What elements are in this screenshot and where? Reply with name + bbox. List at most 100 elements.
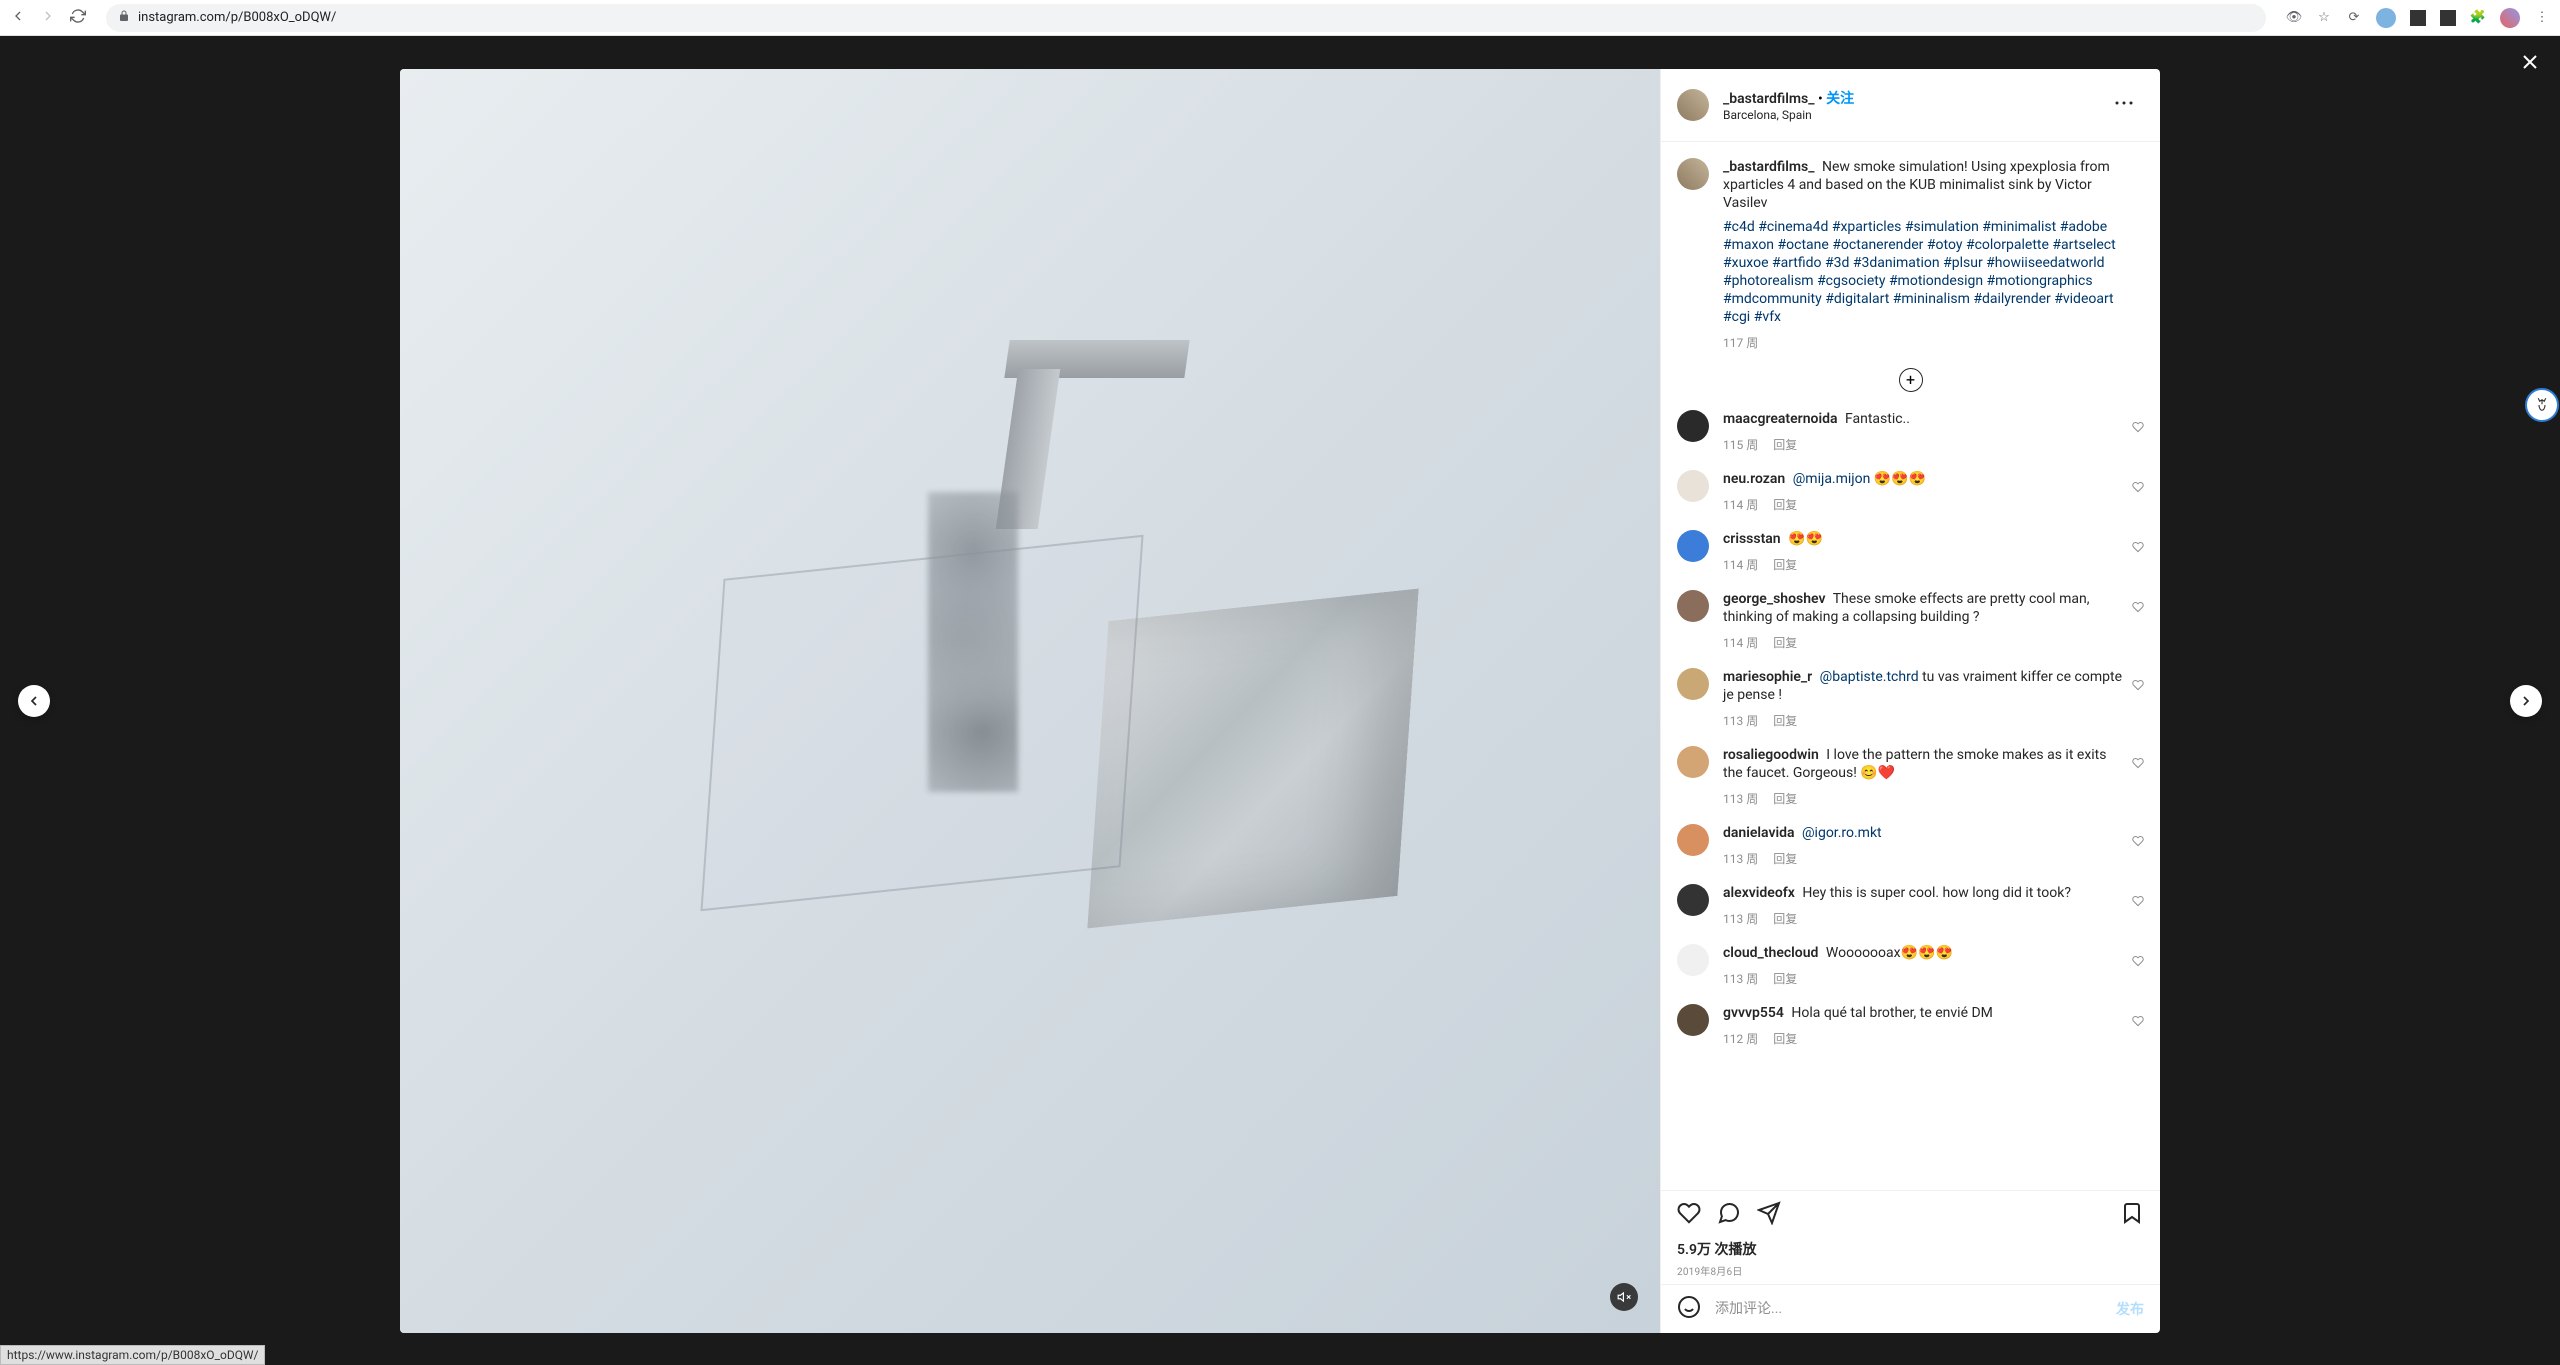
commenter-username[interactable]: neu.rozan (1723, 471, 1785, 487)
commenter-username[interactable]: rosaliegoodwin (1723, 747, 1819, 763)
commenter-avatar[interactable] (1677, 1004, 1709, 1036)
commenter-username[interactable]: alexvideofx (1723, 885, 1795, 901)
mention[interactable]: @igor.ro.mkt (1802, 825, 1882, 841)
commenter-avatar[interactable] (1677, 530, 1709, 562)
share-button[interactable] (1757, 1201, 1781, 1229)
hashtag[interactable]: #3danimation (1853, 255, 1940, 271)
hashtag[interactable]: #motiongraphics (1987, 273, 2093, 289)
mention[interactable]: @mija.mijon (1793, 471, 1871, 487)
star-icon[interactable]: ☆ (2316, 10, 2332, 26)
ext-icon-4[interactable] (2440, 10, 2456, 26)
like-comment-button[interactable] (2132, 598, 2144, 617)
profile-avatar[interactable] (2500, 8, 2520, 28)
mention[interactable]: @baptiste.tchrd (1820, 669, 1919, 685)
author-avatar[interactable] (1677, 158, 1709, 190)
reply-button[interactable]: 回复 (1773, 972, 1797, 986)
forward-button[interactable] (40, 8, 56, 28)
media-video[interactable] (400, 69, 1660, 1333)
reply-button[interactable]: 回复 (1773, 912, 1797, 926)
hashtag[interactable]: #cgi (1723, 309, 1750, 325)
like-comment-button[interactable] (2132, 952, 2144, 971)
location-link[interactable]: Barcelona, Spain (1723, 108, 2104, 122)
reply-button[interactable]: 回复 (1773, 636, 1797, 650)
commenter-avatar[interactable] (1677, 470, 1709, 502)
like-comment-button[interactable] (2132, 892, 2144, 911)
comments-list[interactable]: _bastardfilms_ New smoke simulation! Usi… (1661, 142, 2160, 1190)
commenter-username[interactable]: mariesophie_r (1723, 669, 1812, 685)
play-count[interactable]: 5.9万 次播放 (1677, 1239, 2144, 1259)
commenter-username[interactable]: crissstan (1723, 531, 1781, 547)
mute-button[interactable] (1610, 1283, 1638, 1311)
commenter-username[interactable]: gvvvp554 (1723, 1005, 1784, 1021)
commenter-avatar[interactable] (1677, 824, 1709, 856)
more-options-button[interactable] (2104, 83, 2144, 127)
author-username[interactable]: _bastardfilms_ (1723, 159, 1814, 175)
hashtag[interactable]: #c4d (1723, 219, 1755, 235)
close-button[interactable] (2518, 50, 2542, 78)
like-comment-button[interactable] (2132, 1012, 2144, 1031)
commenter-avatar[interactable] (1677, 668, 1709, 700)
back-button[interactable] (10, 8, 26, 28)
emoji-button[interactable] (1677, 1295, 1701, 1323)
commenter-avatar[interactable] (1677, 944, 1709, 976)
hashtag[interactable]: #cinema4d (1758, 219, 1828, 235)
commenter-avatar[interactable] (1677, 884, 1709, 916)
hashtag[interactable]: #artfido (1772, 255, 1822, 271)
author-username[interactable]: _bastardfilms_ (1723, 91, 1814, 107)
hashtag[interactable]: #octane (1778, 237, 1829, 253)
hashtag[interactable]: #howiiseedatworld (1986, 255, 2104, 271)
load-more-button[interactable]: + (1677, 368, 2144, 392)
hashtag[interactable]: #videoart (2054, 291, 2113, 307)
like-button[interactable] (1677, 1201, 1701, 1229)
next-post-button[interactable] (2510, 685, 2542, 717)
commenter-avatar[interactable] (1677, 410, 1709, 442)
like-comment-button[interactable] (2132, 418, 2144, 437)
ext-icon-1[interactable]: ⟳ (2346, 10, 2362, 26)
commenter-username[interactable]: maacgreaternoida (1723, 411, 1837, 427)
publish-button[interactable]: 发布 (2116, 1299, 2144, 1319)
menu-icon[interactable]: ⋮ (2534, 10, 2550, 26)
commenter-avatar[interactable] (1677, 590, 1709, 622)
commenter-username[interactable]: danielavida (1723, 825, 1795, 841)
reply-button[interactable]: 回复 (1773, 1032, 1797, 1046)
hashtag[interactable]: #artselect (2052, 237, 2115, 253)
save-button[interactable] (2120, 1210, 2144, 1229)
hashtag[interactable]: #mdcommunity (1723, 291, 1822, 307)
author-avatar[interactable] (1677, 89, 1709, 121)
comment-button[interactable] (1717, 1201, 1741, 1229)
hashtag[interactable]: #xparticles (1832, 219, 1902, 235)
ext-icon-2[interactable] (2376, 8, 2396, 28)
hashtag[interactable]: #maxon (1723, 237, 1774, 253)
hashtag[interactable]: #mininalism (1893, 291, 1970, 307)
commenter-avatar[interactable] (1677, 746, 1709, 778)
like-comment-button[interactable] (2132, 676, 2144, 695)
hashtag[interactable]: #xuxoe (1723, 255, 1769, 271)
like-comment-button[interactable] (2132, 832, 2144, 851)
hashtag[interactable]: #cgsociety (1817, 273, 1885, 289)
hashtag[interactable]: #plsur (1943, 255, 1983, 271)
hashtag[interactable]: #octanerender (1832, 237, 1923, 253)
address-bar[interactable]: instagram.com/p/B008xO_oDQW/ (106, 4, 2266, 32)
hashtag[interactable]: #photorealism (1723, 273, 1814, 289)
hashtag[interactable]: #motiondesign (1889, 273, 1983, 289)
reply-button[interactable]: 回复 (1773, 852, 1797, 866)
commenter-username[interactable]: george_shoshev (1723, 591, 1825, 607)
hashtag[interactable]: #digitalart (1825, 291, 1889, 307)
prev-post-button[interactable] (18, 685, 50, 717)
eye-off-icon[interactable]: 👁 (2286, 10, 2302, 26)
hashtag[interactable]: #minimalist (1982, 219, 2056, 235)
hashtag[interactable]: #3d (1825, 255, 1849, 271)
hashtag[interactable]: #adobe (2060, 219, 2107, 235)
reply-button[interactable]: 回复 (1773, 558, 1797, 572)
reply-button[interactable]: 回复 (1773, 438, 1797, 452)
follow-button[interactable]: 关注 (1826, 91, 1854, 107)
reply-button[interactable]: 回复 (1773, 714, 1797, 728)
ext-icon-3[interactable] (2410, 10, 2426, 26)
extensions-icon[interactable]: 🧩 (2470, 10, 2486, 26)
like-comment-button[interactable] (2132, 754, 2144, 773)
reply-button[interactable]: 回复 (1773, 792, 1797, 806)
reload-button[interactable] (70, 8, 86, 28)
comment-input[interactable] (1715, 1301, 2102, 1317)
hashtag[interactable]: #vfx (1754, 309, 1781, 325)
hashtag[interactable]: #simulation (1905, 219, 1979, 235)
